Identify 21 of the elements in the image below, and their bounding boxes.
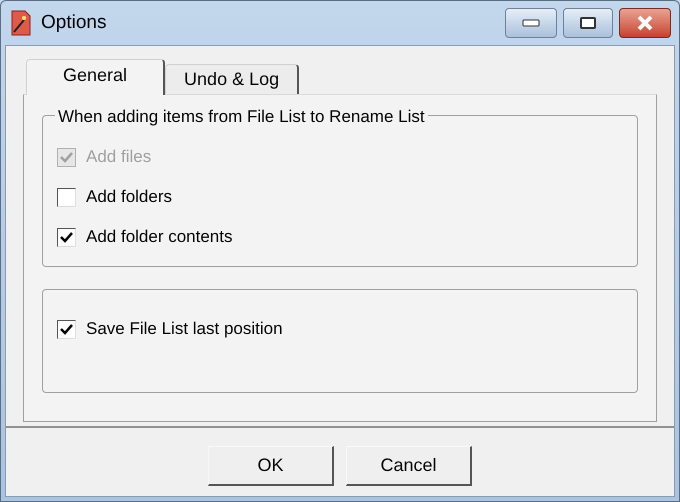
checkbox-option[interactable]: Add folders: [57, 184, 172, 210]
tab[interactable]: General: [26, 59, 166, 95]
check-icon: [60, 232, 73, 242]
tab[interactable]: Undo & Log: [165, 64, 300, 94]
checkbox[interactable]: [57, 188, 76, 206]
dialog-button[interactable]: Cancel: [346, 446, 472, 486]
maximize-icon: [579, 16, 597, 30]
checkbox[interactable]: [57, 228, 76, 246]
close-icon: [636, 15, 654, 31]
dialog-button[interactable]: OK: [208, 446, 334, 486]
window-title: Options: [41, 10, 106, 35]
minimize-icon: [522, 19, 540, 27]
maximize-button[interactable]: [563, 8, 613, 38]
check-icon: [60, 152, 73, 162]
checkbox-option[interactable]: Save File List last position: [57, 316, 283, 342]
checkbox[interactable]: [57, 320, 76, 338]
checkbox-option[interactable]: Add folder contents: [57, 224, 232, 250]
check-icon: [60, 324, 73, 334]
minimize-button[interactable]: [505, 8, 557, 38]
app-icon: [9, 10, 33, 36]
close-button[interactable]: [619, 8, 671, 38]
